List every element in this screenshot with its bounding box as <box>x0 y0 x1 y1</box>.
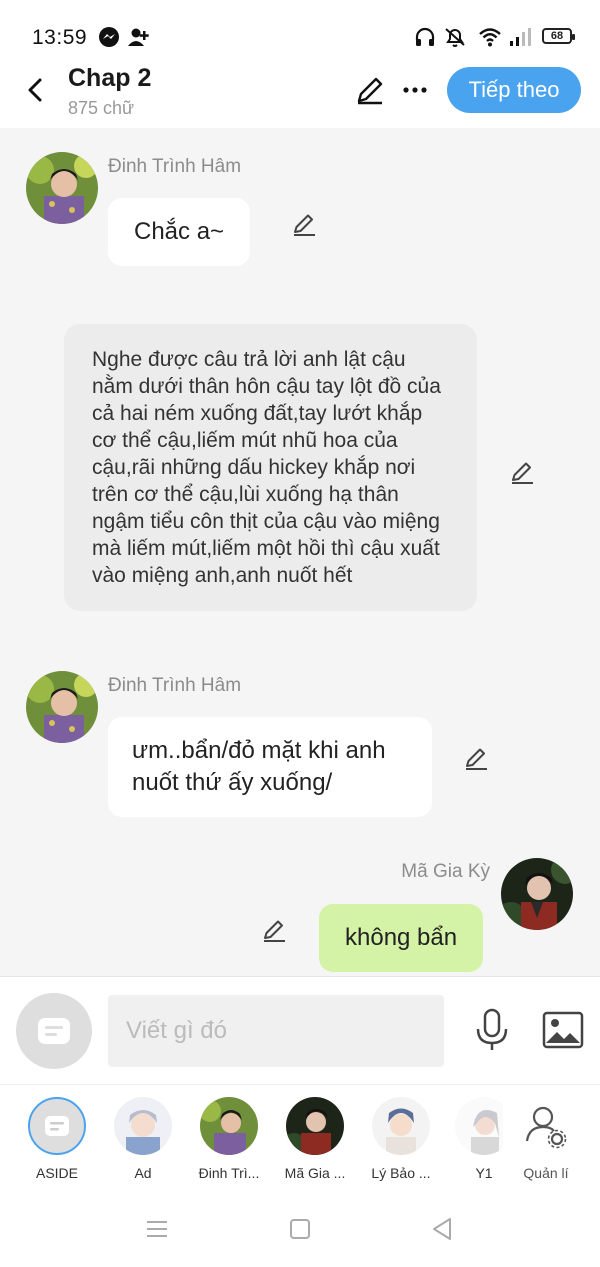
manage-icon <box>517 1097 575 1155</box>
square-icon <box>290 1219 310 1239</box>
wifi-icon <box>478 26 502 53</box>
microphone-icon <box>476 1008 508 1050</box>
character-aside[interactable]: ASIDE <box>14 1097 100 1181</box>
avatar[interactable] <box>26 152 98 224</box>
avatar <box>372 1097 430 1155</box>
character-ly-bao[interactable]: Lý Bảo ... <box>358 1097 444 1181</box>
pencil-icon <box>294 214 315 236</box>
menu-icon <box>147 1221 167 1237</box>
home-button[interactable] <box>285 1214 315 1244</box>
chat-bubble-icon <box>45 1116 69 1136</box>
edit-message-button[interactable] <box>290 210 318 238</box>
message-bubble[interactable]: Chắc a~ <box>108 198 251 266</box>
avatar <box>200 1097 258 1155</box>
add-user-icon <box>128 26 150 53</box>
chapter-title: Chap 2 <box>68 64 152 92</box>
edit-message-button[interactable] <box>462 744 490 772</box>
avatar-image <box>286 1097 344 1155</box>
character-ma-gia-ky[interactable]: Mã Gia ... <box>272 1097 358 1181</box>
edit-button[interactable] <box>354 74 386 106</box>
aside-avatar <box>28 1097 86 1155</box>
avatar-image <box>26 152 98 224</box>
microphone-button[interactable] <box>474 1007 510 1053</box>
avatar-image <box>114 1097 172 1155</box>
pencil-icon <box>512 462 533 484</box>
image-upload-button[interactable] <box>542 1011 584 1049</box>
avatar[interactable] <box>26 671 98 743</box>
edit-narration-button[interactable] <box>508 458 536 486</box>
sender-name: Đinh Trình Hâm <box>108 675 242 696</box>
avatar-image <box>200 1097 258 1155</box>
image-icon <box>542 1011 584 1049</box>
narration-bubble[interactable]: Nghe được câu trả lời anh lật cậu nằm dư… <box>64 324 477 611</box>
message-bubble[interactable]: không bẩn <box>319 904 484 972</box>
message-bubble[interactable]: ưm..bẩn/đỏ mặt khi anh nuốt thứ ấy xuống… <box>108 717 432 817</box>
sender-name: Đinh Trình Hâm <box>108 156 242 177</box>
manage-characters-button[interactable]: Quản lí <box>503 1097 589 1181</box>
character-label: Ad <box>134 1165 152 1181</box>
headphones-icon <box>414 26 436 53</box>
character-dinh-trinh-ham[interactable]: Đinh Trì... <box>186 1097 272 1181</box>
system-nav-bar <box>0 1194 600 1267</box>
pencil-icon <box>357 77 383 105</box>
aside-toggle-button[interactable] <box>16 993 92 1069</box>
sender-name: Mã Gia Kỳ <box>401 861 490 882</box>
status-time: 13:59 <box>32 26 88 49</box>
character-label: ASIDE <box>35 1165 78 1181</box>
character-label: Lý Bảo ... <box>371 1165 431 1181</box>
user-settings-icon <box>525 1106 567 1149</box>
chapter-header: Chap 2 875 chữ Tiếp theo <box>0 60 600 128</box>
character-selector: ASIDE Ad Đinh Trì... Mã Gia ... Lý Bảo .… <box>0 1084 600 1194</box>
battery-indicator: 68 <box>542 28 575 44</box>
status-bar: 13:59 68 <box>0 0 600 60</box>
avatar-image <box>26 671 98 743</box>
avatar-image <box>501 858 573 930</box>
next-button[interactable]: Tiếp theo <box>447 67 581 113</box>
character-label: Đinh Trì... <box>198 1165 260 1181</box>
avatar-image <box>372 1097 430 1155</box>
pencil-icon <box>264 920 285 942</box>
system-back-button[interactable] <box>428 1214 458 1244</box>
more-options-button[interactable] <box>400 74 430 106</box>
message-composer <box>0 976 600 1084</box>
triangle-back-icon <box>433 1218 451 1240</box>
bell-muted-icon <box>443 26 467 53</box>
more-dots-icon <box>403 87 427 93</box>
message-input[interactable] <box>108 995 444 1067</box>
avatar[interactable] <box>501 858 573 930</box>
edit-message-button[interactable] <box>260 916 288 944</box>
back-button[interactable] <box>22 74 52 106</box>
character-label: Mã Gia ... <box>284 1165 346 1181</box>
chat-area[interactable]: Đinh Trình Hâm Chắc a~ Nghe được câu trả… <box>0 128 600 976</box>
character-ad[interactable]: Ad <box>100 1097 186 1181</box>
character-label: Quản lí <box>523 1165 569 1181</box>
recent-apps-button[interactable] <box>142 1214 172 1244</box>
messenger-icon <box>98 26 120 53</box>
avatar <box>286 1097 344 1155</box>
chat-bubble-icon <box>38 1018 70 1044</box>
word-count: 875 chữ <box>68 98 135 118</box>
pencil-icon <box>466 748 487 770</box>
chevron-left-icon <box>28 78 42 102</box>
avatar <box>114 1097 172 1155</box>
signal-icon <box>508 26 532 53</box>
